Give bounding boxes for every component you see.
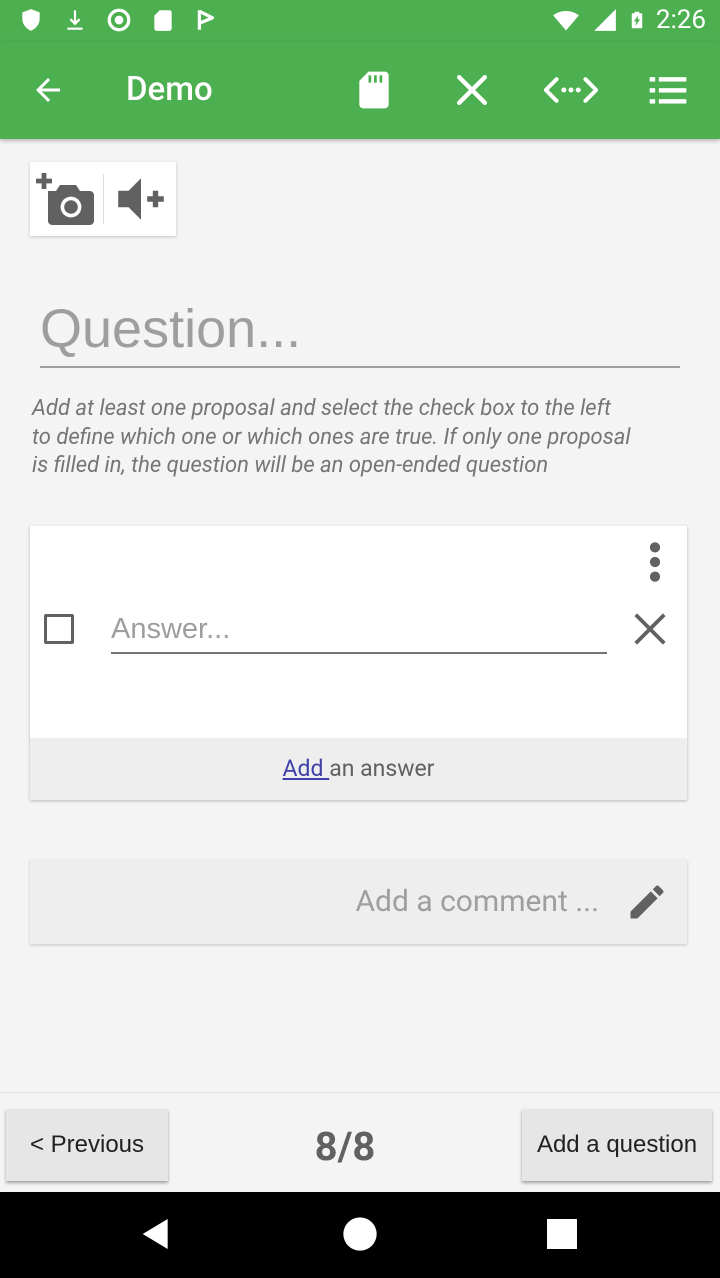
divider: [103, 174, 104, 224]
add-answer-text: an answer: [329, 755, 435, 782]
close-icon[interactable]: [631, 610, 669, 648]
answer-input[interactable]: [111, 606, 607, 654]
back-triangle-icon[interactable]: [136, 1214, 176, 1254]
system-nav-bar: [0, 1192, 720, 1278]
previous-button[interactable]: < Previous: [6, 1109, 168, 1181]
close-icon[interactable]: [450, 68, 494, 112]
signal-icon: [594, 9, 616, 31]
recents-square-icon[interactable]: [542, 1214, 582, 1254]
download-icon: [67, 10, 83, 30]
home-circle-icon[interactable]: [340, 1214, 380, 1254]
page-counter: 8/8: [314, 1123, 376, 1170]
hint-text: Add at least one proposal and select the…: [32, 396, 631, 478]
arrow-back-icon[interactable]: [30, 72, 66, 108]
battery-charging-icon: [631, 11, 643, 29]
answer-checkbox[interactable]: [44, 614, 74, 644]
shield-icon: [22, 9, 40, 31]
page-title: Demo: [126, 70, 213, 109]
status-time: 2:26: [655, 5, 706, 35]
comment-card[interactable]: Add a comment ...: [30, 860, 687, 944]
answer-card: Add an answer: [30, 526, 687, 800]
list-icon[interactable]: [646, 68, 690, 112]
question-input[interactable]: [40, 292, 680, 368]
add-question-button[interactable]: Add a question: [522, 1109, 712, 1181]
sd-card-icon: [154, 10, 172, 31]
add-answer-link[interactable]: Add: [283, 755, 330, 782]
more-vert-icon[interactable]: [641, 540, 669, 584]
code-icon[interactable]: [544, 68, 598, 112]
flag-icon: [197, 9, 215, 30]
add-answer-bar: Add an answer: [30, 738, 687, 800]
wifi-icon: [553, 10, 579, 31]
pencil-icon[interactable]: [625, 880, 669, 924]
sd-card-icon[interactable]: [352, 68, 396, 112]
add-photo-icon[interactable]: [36, 170, 96, 228]
app-bar: Demo: [0, 42, 720, 139]
question-nav-bar: < Previous 8/8 Add a question: [0, 1092, 720, 1192]
status-bar: 2:26: [0, 0, 720, 42]
media-toolbar: [30, 162, 176, 236]
comment-placeholder: Add a comment ...: [355, 884, 599, 919]
add-audio-icon[interactable]: [112, 176, 170, 222]
circle-icon: [107, 8, 131, 32]
